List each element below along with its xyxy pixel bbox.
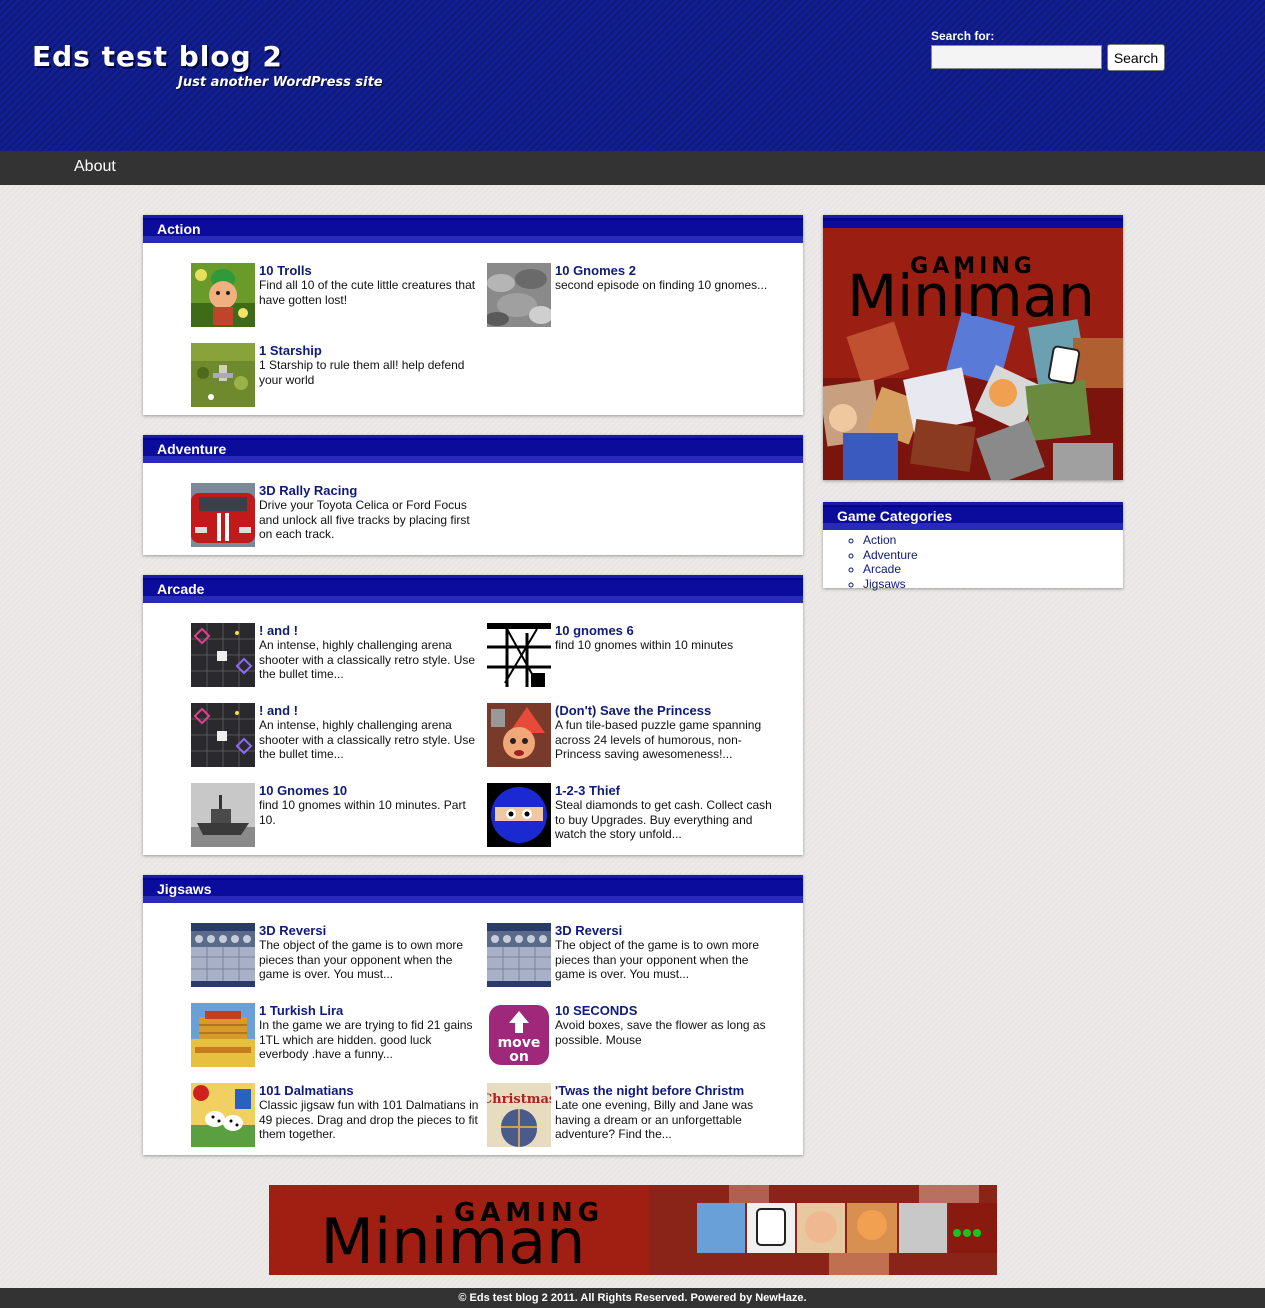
game-item[interactable]: 1 Turkish Lira In the game we are trying… xyxy=(191,1003,481,1069)
bottom-banner-ad[interactable]: GAMING Miniman xyxy=(269,1185,997,1275)
search-input[interactable] xyxy=(931,45,1102,69)
red-car-thumbnail[interactable] xyxy=(191,483,255,547)
game-item[interactable]: 10 Gnomes 2 second episode on finding 10… xyxy=(487,263,777,329)
game-description: Classic jigsaw fun with 101 Dalmatians i… xyxy=(259,1098,479,1142)
game-item[interactable]: (Don't) Save the Princess A fun tile-bas… xyxy=(487,703,777,769)
sidebar-categories: Game Categories Action Adventure Arcade … xyxy=(823,502,1123,591)
category-link-action[interactable]: Action xyxy=(863,533,1123,548)
game-title[interactable]: 'Twas the night before Christm xyxy=(555,1083,744,1098)
game-description: Avoid boxes, save the flower as long as … xyxy=(555,1018,766,1047)
categories-heading: Game Categories xyxy=(823,502,1123,530)
game-item[interactable]: 3D Reversi The object of the game is to … xyxy=(487,923,777,989)
category-link-jigsaws[interactable]: Jigsaws xyxy=(863,577,1123,592)
game-title[interactable]: 10 SECONDS xyxy=(555,1003,637,1018)
game-item[interactable]: 101 Dalmatians Classic jigsaw fun with 1… xyxy=(191,1083,481,1149)
game-item[interactable]: 10 gnomes 6 find 10 gnomes within 10 min… xyxy=(487,623,777,689)
category-list: Action Adventure Arcade Jigsaws xyxy=(823,530,1123,591)
site-header: Eds test blog 2 Just another WordPress s… xyxy=(0,0,1265,151)
site-title[interactable]: Eds test blog 2 xyxy=(32,40,283,73)
move-on-text-2: on xyxy=(509,1049,529,1065)
ninja-thumbnail[interactable] xyxy=(487,783,551,847)
category-heading[interactable]: Arcade xyxy=(143,575,803,603)
miniman-ad-graphic: GAMING Miniman xyxy=(823,228,1123,480)
category-link-arcade[interactable]: Arcade xyxy=(863,562,1123,577)
move-on-thumbnail[interactable]: move on xyxy=(487,1003,551,1067)
ad-miniman-text: Miniman xyxy=(847,262,1095,330)
arena-shooter-thumbnail[interactable] xyxy=(191,623,255,687)
game-item[interactable]: ! and ! An intense, highly challenging a… xyxy=(191,623,481,689)
game-title[interactable]: 10 Gnomes 2 xyxy=(555,263,636,278)
category-box-action: Action 10 Trolls Find all 10 of the cute… xyxy=(143,215,803,415)
game-description: Drive your Toyota Celica or Ford Focus a… xyxy=(259,498,470,542)
game-item[interactable]: 1 Starship 1 Starship to rule them all! … xyxy=(191,343,481,409)
troll-thumbnail[interactable] xyxy=(191,263,255,327)
game-title[interactable]: 3D Rally Racing xyxy=(259,483,357,498)
game-title[interactable]: 10 gnomes 6 xyxy=(555,623,634,638)
footer-text: © Eds test blog 2 2011. All Rights Reser… xyxy=(458,1292,807,1304)
game-title[interactable]: 101 Dalmatians xyxy=(259,1083,354,1098)
game-title[interactable]: 10 Trolls xyxy=(259,263,312,278)
game-item[interactable]: move on 10 SECONDS Avoid boxes, save the … xyxy=(487,1003,777,1069)
christmas-thumb-text: Christmas xyxy=(487,1092,551,1107)
game-description: In the game we are trying to fid 21 gain… xyxy=(259,1018,473,1062)
princess-thumbnail[interactable] xyxy=(487,703,551,767)
game-item[interactable]: 10 Gnomes 10 find 10 gnomes within 10 mi… xyxy=(191,783,481,849)
category-heading[interactable]: Jigsaws xyxy=(143,875,803,903)
category-heading[interactable]: Adventure xyxy=(143,435,803,463)
game-title[interactable]: 3D Reversi xyxy=(259,923,326,938)
category-box-jigsaws: Jigsaws 3D Reversi The object of the gam… xyxy=(143,875,803,1155)
game-description: Steal diamonds to get cash. Collect cash… xyxy=(555,798,772,842)
game-title[interactable]: 1-2-3 Thief xyxy=(555,783,620,798)
rocky-landscape-thumbnail[interactable] xyxy=(487,263,551,327)
category-heading[interactable]: Action xyxy=(143,215,803,243)
game-item[interactable]: 10 Trolls Find all 10 of the cute little… xyxy=(191,263,481,329)
game-description: 1 Starship to rule them all! help defend… xyxy=(259,358,465,387)
sidebar-ad[interactable]: GAMING Miniman xyxy=(823,215,1123,480)
game-title[interactable]: ! and ! xyxy=(259,623,298,638)
game-description: second episode on finding 10 gnomes... xyxy=(555,278,768,292)
game-description: Late one evening, Billy and Jane was hav… xyxy=(555,1098,754,1142)
game-description: find 10 gnomes within 10 minutes. Part 1… xyxy=(259,798,466,827)
game-description: An intense, highly challenging arena sho… xyxy=(259,638,476,682)
category-box-adventure: Adventure 3D Rally Racing Drive your Toy… xyxy=(143,435,803,555)
game-item[interactable]: 3D Reversi The object of the game is to … xyxy=(191,923,481,989)
starship-thumbnail[interactable] xyxy=(191,343,255,407)
arena-shooter-thumbnail[interactable] xyxy=(191,703,255,767)
category-box-arcade: Arcade ! and ! An intense, highly challe… xyxy=(143,575,803,855)
reversi-thumbnail[interactable] xyxy=(487,923,551,987)
bw-tower-thumbnail[interactable] xyxy=(487,623,551,687)
game-title[interactable]: 10 Gnomes 10 xyxy=(259,783,347,798)
boat-thumbnail[interactable] xyxy=(191,783,255,847)
game-item[interactable]: 1-2-3 Thief Steal diamonds to get cash. … xyxy=(487,783,777,849)
lira-thumbnail[interactable] xyxy=(191,1003,255,1067)
game-item[interactable]: 3D Rally Racing Drive your Toyota Celica… xyxy=(191,483,481,549)
category-link-adventure[interactable]: Adventure xyxy=(863,548,1123,563)
site-tagline: Just another WordPress site xyxy=(178,75,383,90)
site-footer: © Eds test blog 2 2011. All Rights Reser… xyxy=(0,1288,1265,1308)
game-description: A fun tile-based puzzle game spanning ac… xyxy=(555,718,762,762)
banner-miniman-text: Miniman xyxy=(321,1205,586,1275)
game-description: An intense, highly challenging arena sho… xyxy=(259,718,476,762)
bottom-banner-graphic: GAMING Miniman xyxy=(269,1185,997,1275)
reversi-thumbnail[interactable] xyxy=(191,923,255,987)
nav-item-about[interactable]: About xyxy=(74,158,116,176)
game-item[interactable]: ! and ! An intense, highly challenging a… xyxy=(191,703,481,769)
ad-top-bar xyxy=(823,215,1123,228)
game-title[interactable]: 1 Turkish Lira xyxy=(259,1003,343,1018)
game-item[interactable]: Christmas 'Twas the night before Christm… xyxy=(487,1083,777,1149)
search-button[interactable]: Search xyxy=(1107,44,1165,71)
game-title[interactable]: 1 Starship xyxy=(259,343,322,358)
game-description: The object of the game is to own more pi… xyxy=(555,938,760,982)
game-title[interactable]: ! and ! xyxy=(259,703,298,718)
game-title[interactable]: 3D Reversi xyxy=(555,923,622,938)
christmas-thumbnail[interactable]: Christmas xyxy=(487,1083,551,1147)
game-description: Find all 10 of the cute little creatures… xyxy=(259,278,476,307)
dalmatians-thumbnail[interactable] xyxy=(191,1083,255,1147)
game-description: find 10 gnomes within 10 minutes xyxy=(555,638,734,652)
search-label: Search for: xyxy=(931,29,995,43)
game-title[interactable]: (Don't) Save the Princess xyxy=(555,703,711,718)
main-nav: About xyxy=(0,151,1265,185)
game-description: The object of the game is to own more pi… xyxy=(259,938,464,982)
